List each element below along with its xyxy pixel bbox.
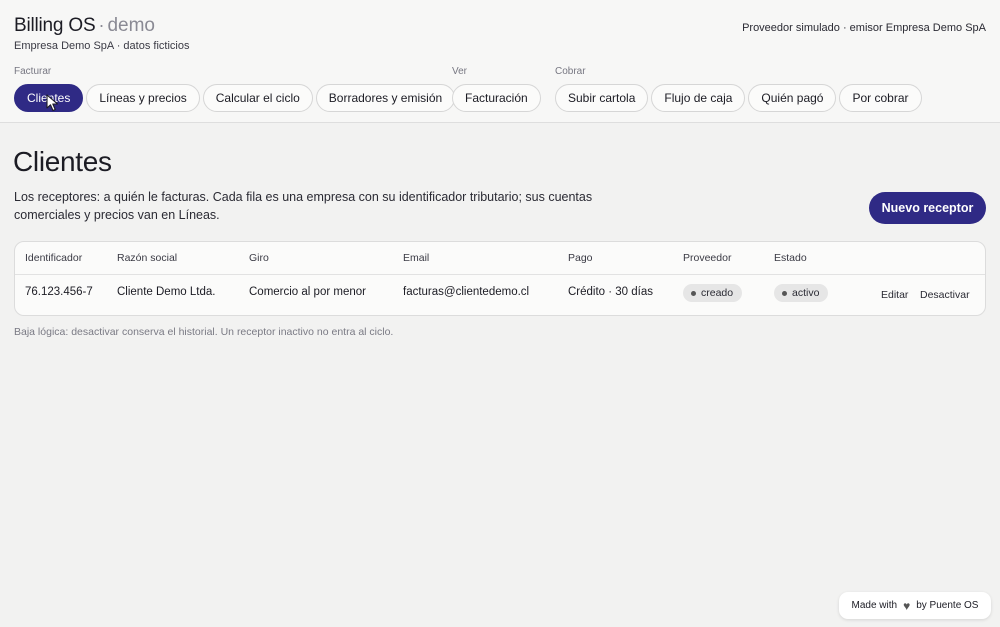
cell-pago: Crédito · 30 días bbox=[568, 286, 654, 298]
provider-info: Proveedor simulado · emisor Empresa Demo… bbox=[742, 22, 986, 34]
cell-identificador: 76.123.456-7 bbox=[25, 286, 93, 298]
cell-giro: Comercio al por menor bbox=[249, 286, 366, 298]
new-receiver-button[interactable]: Nuevo receptor bbox=[869, 192, 986, 224]
deactivate-link[interactable]: Desactivar bbox=[920, 289, 970, 301]
made-with-badge[interactable]: Made with ♥ by Puente OS bbox=[839, 592, 991, 619]
tab-borradores-y-emision[interactable]: Borradores y emisión bbox=[315, 84, 456, 112]
edit-link[interactable]: Editar bbox=[881, 289, 908, 301]
footnote: Baja lógica: desactivar conserva el hist… bbox=[14, 326, 394, 338]
company-subtitle: Empresa Demo SpA · datos ficticios bbox=[14, 40, 190, 52]
nav-group-ver: Facturación bbox=[452, 84, 544, 112]
nav-group-label-ver: Ver bbox=[452, 66, 468, 77]
column-header-pago: Pago bbox=[568, 252, 593, 264]
status-badge: activo bbox=[774, 284, 829, 302]
column-header-identificador: Identificador bbox=[25, 252, 83, 264]
column-header-estado: Estado bbox=[774, 252, 807, 264]
mouse-cursor-icon bbox=[46, 94, 59, 112]
top-bar: Billing OS · demo Empresa Demo SpA · dat… bbox=[0, 0, 1000, 123]
tab-quien-pago[interactable]: Quién pagó bbox=[748, 84, 837, 112]
table-row: 76.123.456-7 Cliente Demo Ltda. Comercio… bbox=[15, 275, 985, 315]
title-separator: · bbox=[98, 15, 105, 35]
table-header: Identificador Razón social Giro Email Pa… bbox=[15, 242, 985, 275]
nav-group-label-facturar: Facturar bbox=[14, 66, 52, 77]
nav-group-facturar: Clientes Líneas y precios Calcular el ci… bbox=[14, 84, 458, 112]
page-title: Clientes bbox=[13, 146, 112, 177]
tab-subir-cartola[interactable]: Subir cartola bbox=[555, 84, 649, 112]
cell-email: facturas@clientedemo.cl bbox=[403, 286, 530, 298]
env-label: demo bbox=[107, 15, 155, 36]
status-text: activo bbox=[792, 287, 820, 299]
column-header-proveedor: Proveedor bbox=[683, 252, 732, 264]
column-header-razon-social: Razón social bbox=[117, 252, 178, 264]
tab-lineas-y-precios[interactable]: Líneas y precios bbox=[86, 84, 200, 112]
heart-icon: ♥ bbox=[903, 598, 911, 613]
clients-table: Identificador Razón social Giro Email Pa… bbox=[14, 241, 986, 316]
cell-razon-social: Cliente Demo Ltda. bbox=[117, 286, 216, 298]
tab-facturacion[interactable]: Facturación bbox=[452, 84, 541, 112]
made-with-label: Made with bbox=[851, 600, 898, 611]
status-dot-icon bbox=[691, 290, 696, 296]
made-by-label: by Puente OS bbox=[916, 600, 979, 611]
provider-status-badge: creado bbox=[683, 284, 743, 302]
nav-group-cobrar: Subir cartola Flujo de caja Quién pagó P… bbox=[555, 84, 925, 112]
nav-group-label-cobrar: Cobrar bbox=[555, 66, 586, 77]
tab-flujo-de-caja[interactable]: Flujo de caja bbox=[651, 84, 746, 112]
tab-calcular-el-ciclo[interactable]: Calcular el ciclo bbox=[202, 84, 313, 112]
provider-status-text: creado bbox=[701, 287, 734, 299]
brand: Billing OS · demo bbox=[14, 15, 155, 37]
status-dot-icon bbox=[782, 290, 787, 296]
tab-por-cobrar[interactable]: Por cobrar bbox=[839, 84, 922, 112]
column-header-email: Email bbox=[403, 252, 430, 264]
app-title: Billing OS bbox=[14, 15, 96, 36]
page-description: Los receptores: a quién le facturas. Cad… bbox=[14, 190, 593, 222]
column-header-giro: Giro bbox=[249, 252, 269, 264]
